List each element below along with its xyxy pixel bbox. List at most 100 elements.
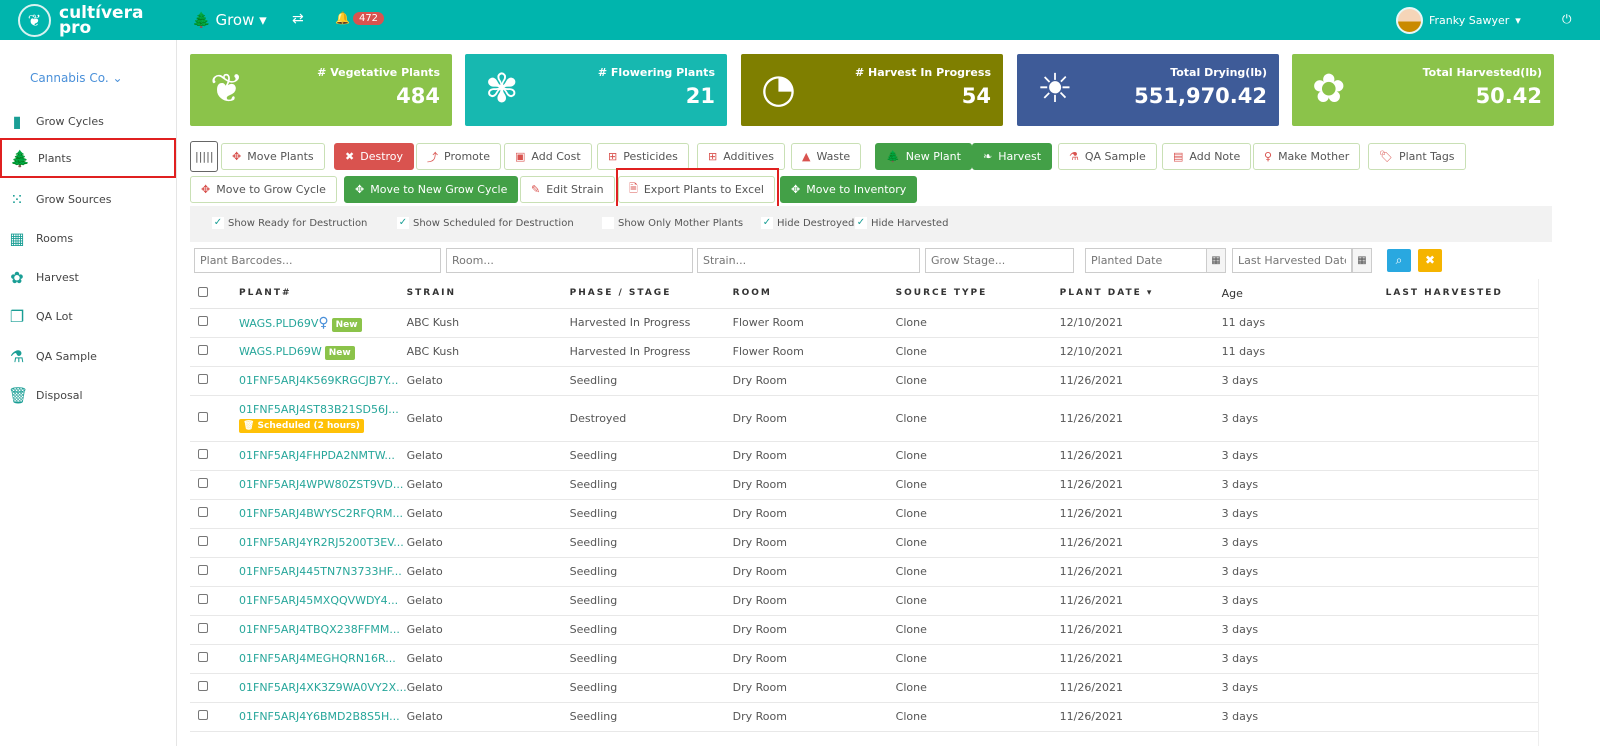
- plant-link[interactable]: 01FNF5ARJ4Y6BMD2B8S5H...: [239, 710, 400, 723]
- toggle-show-only-mother[interactable]: Show Only Mother Plants: [602, 217, 743, 229]
- row-checkbox[interactable]: [198, 478, 208, 488]
- clear-button[interactable]: ✖: [1418, 249, 1442, 272]
- user-menu[interactable]: Franky Sawyer ▾: [1396, 7, 1521, 34]
- cell: Seedling: [569, 586, 733, 616]
- search-button[interactable]: ⌕: [1387, 249, 1411, 272]
- select-all-checkbox[interactable]: [198, 286, 208, 297]
- plant-link[interactable]: 01FNF5ARJ4TBQX238FFMM...: [239, 623, 400, 636]
- table-row[interactable]: 01FNF5ARJ4YR2RJ5200T3EV... Gelato Seedling…: [190, 528, 1538, 558]
- row-checkbox[interactable]: [198, 345, 208, 355]
- plant-link[interactable]: WAGS.PLD69V: [239, 317, 318, 330]
- toggle-hide-harvested[interactable]: ✓ Hide Harvested: [855, 217, 948, 229]
- table-row[interactable]: 01FNF5ARJ4TBQX238FFMM... Gelato Seedling Dr…: [190, 615, 1538, 645]
- table-row[interactable]: 01FNF5ARJ4Y6BMD2B8S5H... Gelato Seedling Dr…: [190, 702, 1538, 732]
- calendar-icon[interactable]: ▦: [1206, 248, 1226, 273]
- plant-link[interactable]: 01FNF5ARJ445TN7N3733HF...: [239, 565, 402, 578]
- toggle-show-scheduled-destruction[interactable]: ✓ Show Scheduled for Destruction: [397, 217, 574, 229]
- scrollbar[interactable]: [1538, 279, 1552, 746]
- barcode-button[interactable]: |||||: [190, 141, 218, 172]
- cell: 3 days: [1221, 441, 1386, 471]
- sidebar-item-grow-cycles[interactable]: ▮ Grow Cycles: [0, 101, 176, 141]
- strain-input[interactable]: [697, 248, 920, 273]
- toggle-hide-destroyed[interactable]: ✓ Hide Destroyed: [761, 217, 854, 229]
- plant-link[interactable]: 01FNF5ARJ4YR2RJ5200T3EV...: [239, 536, 404, 549]
- calendar-icon[interactable]: ▦: [1352, 248, 1372, 273]
- grid-icon: ▦: [9, 228, 25, 248]
- qa-sample-button[interactable]: ⚗ QA Sample: [1058, 143, 1157, 170]
- row-checkbox[interactable]: [198, 536, 208, 546]
- table-row[interactable]: WAGS.PLD69V♀ New ABC Kush Harvested In Prog…: [190, 308, 1538, 338]
- move-to-new-grow-cycle-button[interactable]: ✥ Move to New Grow Cycle: [344, 176, 519, 203]
- sidebar-item-qa-lot[interactable]: ❐ QA Lot: [0, 296, 176, 336]
- plant-link[interactable]: 01FNF5ARJ4ST83B21SD56J...: [239, 403, 399, 416]
- sidebar-item-harvest[interactable]: ✿ Harvest: [0, 257, 176, 297]
- cell: 11/26/2021: [1059, 644, 1222, 674]
- swap-icon[interactable]: ⇄: [292, 11, 304, 27]
- check-icon: ✓: [855, 217, 867, 229]
- edit-strain-button[interactable]: ✎ Edit Strain: [520, 176, 615, 203]
- grow-stage-input[interactable]: [925, 248, 1074, 273]
- plant-link[interactable]: WAGS.PLD69W: [239, 345, 322, 358]
- sidebar-item-rooms[interactable]: ▦ Rooms: [0, 218, 176, 258]
- table-row[interactable]: 01FNF5ARJ4BWYSC2RFQRM... Gelato Seedling Dr…: [190, 499, 1538, 529]
- move-to-inventory-button[interactable]: ✥ Move to Inventory: [780, 176, 918, 203]
- new-plant-button[interactable]: 🌲 New Plant: [875, 143, 972, 170]
- room-input[interactable]: [446, 248, 693, 273]
- plant-link[interactable]: 01FNF5ARJ4XK3Z9WA0VY2X...: [239, 681, 407, 694]
- row-checkbox[interactable]: [198, 652, 208, 662]
- cell: Dry Room: [732, 615, 896, 645]
- pesticides-button[interactable]: ⊞ Pesticides: [597, 143, 689, 170]
- table-row[interactable]: 01FNF5ARJ4ST83B21SD56J... 🗑 Scheduled (2 …: [190, 395, 1538, 442]
- row-checkbox[interactable]: [198, 594, 208, 604]
- sidebar-item-disposal[interactable]: 🗑 Disposal: [0, 375, 176, 415]
- cell: Clone: [895, 702, 1060, 732]
- table-row[interactable]: 01FNF5ARJ4FHPDA2NMTW... Gelato Seedling Dry…: [190, 441, 1538, 471]
- last-harvested-date-input[interactable]: [1232, 248, 1352, 273]
- row-checkbox[interactable]: [198, 449, 208, 459]
- logo[interactable]: ❦ cultívera pro: [18, 4, 143, 37]
- plant-link[interactable]: 01FNF5ARJ4WPW80ZST9VD...: [239, 478, 403, 491]
- destroy-button[interactable]: ✖ Destroy: [334, 143, 415, 170]
- row-checkbox[interactable]: [198, 374, 208, 384]
- promote-button[interactable]: ⤴ Promote: [416, 143, 501, 170]
- sidebar-item-plants[interactable]: 🌲 Plants: [0, 138, 176, 178]
- row-checkbox[interactable]: [198, 623, 208, 633]
- company-selector[interactable]: Cannabis Co. ⌄: [30, 71, 123, 85]
- waste-button[interactable]: ▲ Waste: [791, 143, 862, 170]
- table-row[interactable]: 01FNF5ARJ4K569KRGCJB7Y... Gelato Seedling D…: [190, 366, 1538, 396]
- plant-tags-button[interactable]: 🏷 Plant Tags: [1368, 143, 1466, 170]
- table-row[interactable]: 01FNF5ARJ4MEGHQRN16R... Gelato Seedling Dry…: [190, 644, 1538, 674]
- planted-date-input[interactable]: [1085, 248, 1207, 273]
- row-checkbox[interactable]: [198, 316, 208, 326]
- make-mother-button[interactable]: ♀ Make Mother: [1253, 143, 1361, 170]
- plant-link[interactable]: 01FNF5ARJ4FHPDA2NMTW...: [239, 449, 395, 462]
- plant-link[interactable]: 01FNF5ARJ4K569KRGCJB7Y...: [239, 374, 398, 387]
- table-row[interactable]: 01FNF5ARJ4WPW80ZST9VD... Gelato Seedling Dr…: [190, 470, 1538, 500]
- table-row[interactable]: 01FNF5ARJ445TN7N3733HF... Gelato Seedling D…: [190, 557, 1538, 587]
- row-checkbox[interactable]: [198, 681, 208, 691]
- row-checkbox[interactable]: [198, 411, 208, 422]
- move-plants-button[interactable]: ✥ Move Plants: [221, 143, 325, 170]
- move-to-grow-cycle-button[interactable]: ✥ Move to Grow Cycle: [190, 176, 337, 203]
- sidebar-item-qa-sample[interactable]: ⚗ QA Sample: [0, 336, 176, 376]
- harvest-button[interactable]: ❧ Harvest: [972, 143, 1053, 170]
- notifications-button[interactable]: 🔔 472: [335, 11, 385, 25]
- row-checkbox[interactable]: [198, 507, 208, 517]
- row-checkbox[interactable]: [198, 710, 208, 720]
- plant-link[interactable]: 01FNF5ARJ4BWYSC2RFQRM...: [239, 507, 403, 520]
- additives-button[interactable]: ⊞ Additives: [697, 143, 785, 170]
- grow-module-dropdown[interactable]: 🌲 Grow ▾: [192, 11, 267, 29]
- toggle-show-ready-destruction[interactable]: ✓ Show Ready for Destruction: [212, 217, 367, 229]
- table-row[interactable]: 01FNF5ARJ4XK3Z9WA0VY2X... Gelato Seedling D…: [190, 673, 1538, 703]
- add-note-button[interactable]: ▤ Add Note: [1162, 143, 1252, 170]
- power-icon[interactable]: ⏻: [1562, 12, 1572, 27]
- row-checkbox[interactable]: [198, 565, 208, 575]
- cell: Dry Room: [732, 470, 896, 500]
- add-cost-button[interactable]: ▣ Add Cost: [504, 143, 592, 170]
- plant-link[interactable]: 01FNF5ARJ4MEGHQRN16R...: [239, 652, 396, 665]
- table-row[interactable]: 01FNF5ARJ45MXQQVWDY4... Gelato Seedling Dry…: [190, 586, 1538, 616]
- sidebar-item-grow-sources[interactable]: ⁙ Grow Sources: [0, 179, 176, 219]
- plant-link[interactable]: 01FNF5ARJ45MXQQVWDY4...: [239, 594, 398, 607]
- plant-barcodes-input[interactable]: [194, 248, 441, 273]
- table-row[interactable]: WAGS.PLD69W New ABC Kush Harvested In Progr…: [190, 337, 1538, 367]
